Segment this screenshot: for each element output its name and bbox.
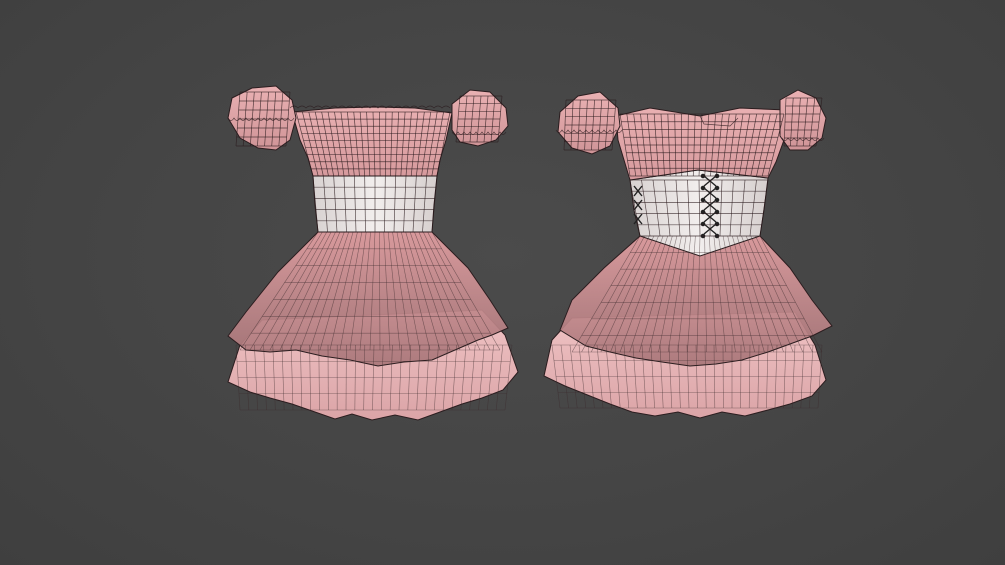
dress-front-bodice <box>291 106 453 177</box>
dress-back-left-sleeve <box>557 91 621 155</box>
3d-viewport[interactable] <box>0 0 1005 565</box>
dress-front-right-sleeve <box>451 89 509 147</box>
dress-back-model[interactable] <box>543 89 833 419</box>
dress-front-model[interactable] <box>227 85 519 421</box>
dress-back-bodice <box>615 107 787 181</box>
scene-canvas[interactable] <box>0 0 1005 565</box>
